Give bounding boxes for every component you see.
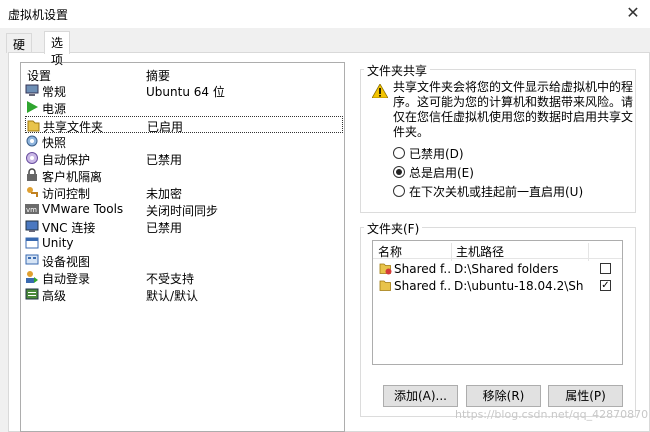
power-play-icon (25, 100, 39, 114)
radio-dot (393, 147, 405, 159)
tab-hardware[interactable]: 硬件 (6, 33, 33, 69)
folder-path: D:\ubuntu-18.04.2\Shar... (454, 279, 584, 293)
folder-sharing-label: 文件夹共享 (364, 62, 431, 79)
settings-row-name: 电源 (42, 102, 67, 116)
folder-checkbox[interactable] (600, 263, 611, 274)
window-title: 虚拟机设置 (8, 8, 69, 22)
radio-dot-selected (393, 166, 405, 178)
general-icon (25, 83, 39, 97)
settings-row-name: 客户机隔离 (42, 170, 103, 184)
settings-row-snapshot[interactable]: 快照 (25, 133, 343, 150)
column-divider (588, 243, 589, 261)
settings-row-unity[interactable]: Unity (25, 235, 343, 252)
settings-row-name: Unity (42, 236, 74, 250)
settings-row-name: VNC 连接 (42, 221, 96, 235)
tab-options[interactable]: 选项 (44, 31, 71, 67)
settings-row-vmware-tools[interactable]: vm VMware Tools 关闭时间同步 (25, 201, 343, 218)
shared-folder-icon (26, 118, 40, 132)
settings-list-header: 设置 摘要 (21, 65, 344, 83)
settings-row-advanced[interactable]: 高级 默认/默认 (25, 286, 343, 303)
column-divider (451, 243, 452, 261)
settings-row-shared-folders[interactable]: 共享文件夹 已启用 (25, 116, 343, 134)
folder-row[interactable]: Shared f... D:\ubuntu-18.04.2\Shar... ✓ (373, 278, 622, 294)
settings-row-value: 默认/默认 (146, 289, 199, 303)
svg-text:vm: vm (26, 206, 37, 214)
folder-icon (379, 280, 391, 291)
folders-list[interactable]: 名称 主机路径 Shared f... D:\Shared folders Sh… (372, 240, 623, 365)
settings-row-name: 常规 (42, 85, 67, 99)
settings-row-name: 快照 (42, 136, 67, 150)
isolation-icon (25, 168, 39, 182)
radio-label: 在下次关机或挂起前一直启用(U) (409, 185, 584, 199)
access-control-icon (25, 185, 39, 199)
folders-label: 文件夹(F) (364, 220, 423, 237)
radio-label: 已禁用(D) (409, 147, 464, 161)
folder-row[interactable]: Shared f... D:\Shared folders (373, 261, 622, 277)
settings-row-value: Ubuntu 64 位 (146, 85, 225, 99)
settings-list[interactable]: 设置 摘要 常规 Ubuntu 64 位 电源 共享文件夹 已启用 快照 自动保… (20, 62, 345, 432)
folder-checkbox-checked[interactable]: ✓ (600, 280, 611, 291)
settings-row-name: 自动保护 (42, 153, 91, 167)
warning-text: 共享文件夹会将您的文件显示给虚拟机中的程序。这可能为您的计算机和数据带来风险。请… (393, 80, 634, 139)
settings-row-name: 自动登录 (42, 272, 91, 286)
settings-row-general[interactable]: 常规 Ubuntu 64 位 (25, 82, 343, 99)
vnc-icon (25, 219, 39, 233)
folder-warning-icon (379, 263, 392, 275)
settings-row-value: 不受支持 (146, 272, 195, 286)
settings-row-value: 关闭时间同步 (146, 204, 219, 218)
radio-dot (393, 185, 405, 197)
device-view-icon (25, 253, 39, 267)
title-bar: 虚拟机设置 ✕ (0, 0, 650, 28)
properties-button[interactable]: 属性(P) (548, 385, 623, 407)
settings-row-device-view[interactable]: 设备视图 (25, 252, 343, 269)
settings-row-name: VMware Tools (42, 202, 124, 216)
warning-icon (372, 84, 388, 98)
settings-row-isolation[interactable]: 客户机隔离 (25, 167, 343, 184)
remove-button[interactable]: 移除(R) (466, 385, 541, 407)
settings-row-power[interactable]: 电源 (25, 99, 343, 116)
folder-path: D:\Shared folders (454, 262, 559, 276)
settings-row-value: 未加密 (146, 187, 183, 201)
settings-row-value: 已禁用 (146, 153, 183, 167)
advanced-icon (25, 287, 39, 301)
column-name: 名称 (378, 245, 403, 259)
close-icon[interactable]: ✕ (616, 0, 650, 28)
unity-icon (25, 236, 39, 250)
settings-row-vnc[interactable]: VNC 连接 已禁用 (25, 218, 343, 235)
settings-row-autologin[interactable]: 自动登录 不受支持 (25, 269, 343, 286)
snapshot-icon (25, 134, 39, 148)
vmware-tools-icon: vm (25, 202, 39, 216)
autologin-icon (25, 270, 39, 284)
watermark: https://blog.csdn.net/qq_42870870 (455, 408, 649, 421)
folders-list-header: 名称 主机路径 (373, 241, 622, 261)
folder-name: Shared f... (394, 279, 452, 293)
settings-row-value: 已禁用 (146, 221, 183, 235)
settings-row-access-control[interactable]: 访问控制 未加密 (25, 184, 343, 201)
add-button[interactable]: 添加(A)... (383, 385, 458, 407)
settings-row-name: 设备视图 (42, 255, 91, 269)
column-host-path: 主机路径 (456, 245, 505, 259)
folder-name: Shared f... (394, 262, 452, 276)
autoprotect-icon (25, 151, 39, 165)
settings-row-autoprotect[interactable]: 自动保护 已禁用 (25, 150, 343, 167)
settings-row-name: 访问控制 (42, 187, 91, 201)
settings-row-name: 高级 (42, 289, 67, 303)
radio-label: 总是启用(E) (409, 166, 474, 180)
